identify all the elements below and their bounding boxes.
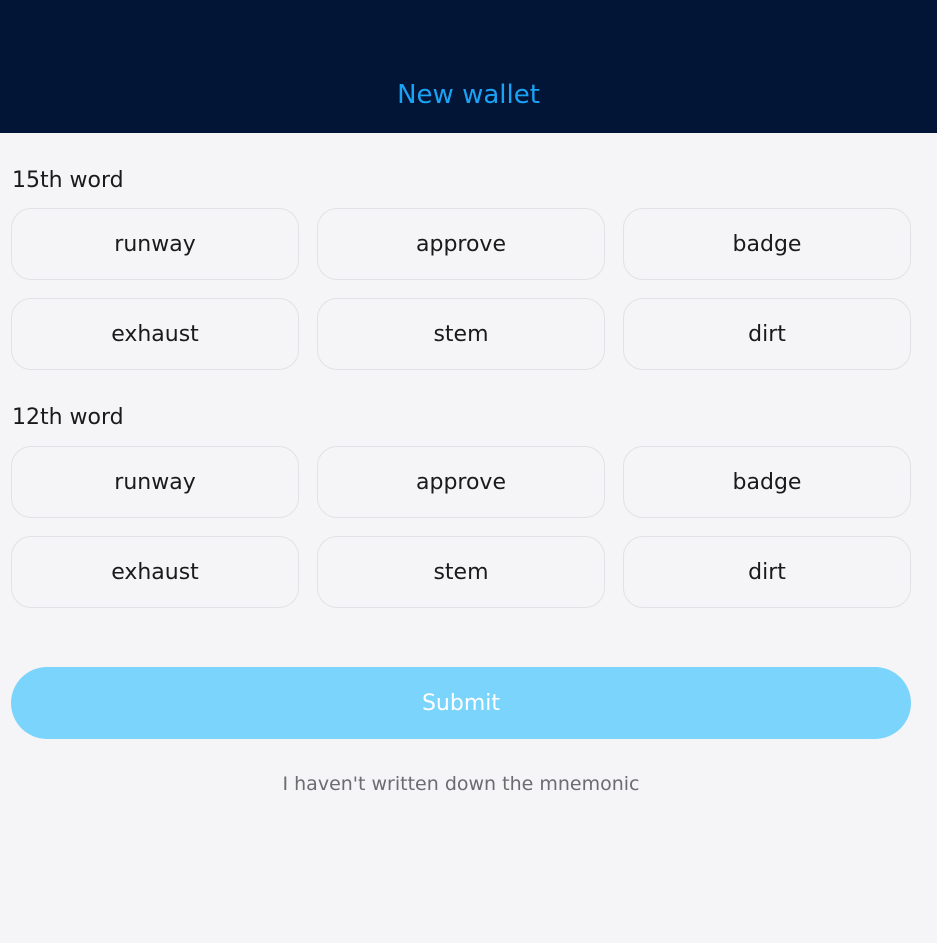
not-written-down-link[interactable]: I haven't written down the mnemonic bbox=[0, 771, 922, 797]
word-option-button[interactable]: exhaust bbox=[11, 298, 299, 370]
word-option-button[interactable]: badge bbox=[623, 446, 911, 518]
word-option-button[interactable]: badge bbox=[623, 208, 911, 280]
word-option-button[interactable]: approve bbox=[317, 446, 605, 518]
word-option-button[interactable]: stem bbox=[317, 536, 605, 608]
word-option-button[interactable]: runway bbox=[11, 208, 299, 280]
submit-button[interactable]: Submit bbox=[11, 667, 911, 739]
app-header: New wallet bbox=[0, 0, 937, 133]
word-option-button[interactable]: exhaust bbox=[11, 536, 299, 608]
word-option-button[interactable]: runway bbox=[11, 446, 299, 518]
word-option-button[interactable]: approve bbox=[317, 208, 605, 280]
question-label-1: 15th word bbox=[12, 168, 124, 193]
word-options-grid-2: runway approve badge exhaust stem dirt bbox=[11, 446, 911, 608]
question-label-2: 12th word bbox=[12, 405, 124, 430]
word-option-button[interactable]: stem bbox=[317, 298, 605, 370]
word-options-grid-1: runway approve badge exhaust stem dirt bbox=[11, 208, 911, 370]
word-option-button[interactable]: dirt bbox=[623, 536, 911, 608]
page-title: New wallet bbox=[397, 80, 540, 110]
word-option-button[interactable]: dirt bbox=[623, 298, 911, 370]
